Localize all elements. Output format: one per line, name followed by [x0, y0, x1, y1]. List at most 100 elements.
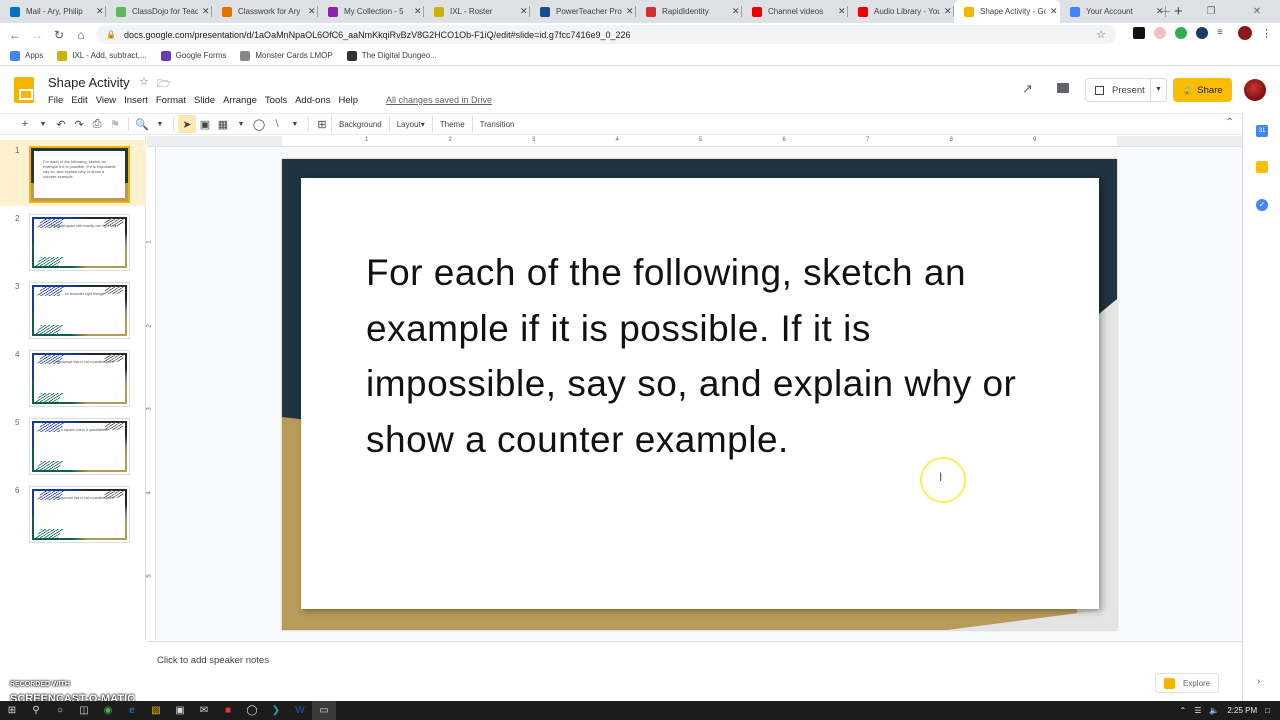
browser-tab[interactable]: Mail - Ary, Philip ✕	[0, 0, 106, 23]
current-slide[interactable]: For each of the following, sketch an exa…	[282, 159, 1117, 630]
redo-icon[interactable]: ↷	[70, 115, 88, 133]
bookmark-item[interactable]: Monster Cards LMOP	[240, 50, 333, 61]
start-icon[interactable]: ⊞	[0, 701, 24, 720]
star-icon[interactable]: ☆	[139, 75, 149, 94]
bookmark-star-icon[interactable]: ☆	[1096, 28, 1106, 41]
shape-icon[interactable]: ◯	[250, 115, 268, 133]
line-icon[interactable]: ⧵	[268, 115, 286, 133]
menu-edit[interactable]: Edit	[71, 95, 87, 106]
file-explorer-icon[interactable]: ▧	[144, 701, 168, 720]
edge-icon[interactable]: e	[120, 701, 144, 720]
slide-thumbnail[interactable]: 6 A trapezoid that is not a parallelogram	[0, 480, 146, 546]
slides-logo-icon[interactable]	[14, 77, 34, 103]
background-button[interactable]: Background	[331, 115, 389, 133]
speaker-notes[interactable]: Click to add speaker notes Explore	[147, 641, 1243, 701]
close-tab-icon[interactable]: ✕	[626, 6, 634, 17]
paint-format-icon[interactable]: ⚑	[106, 115, 124, 133]
slide-thumbnail[interactable]: 3 An isosceles right triangle	[0, 276, 146, 342]
browser-menu-icon[interactable]: ⋮	[1261, 27, 1272, 40]
bookmark-item[interactable]: IXL - Add, subtract,...	[57, 50, 147, 61]
tray-expand-icon[interactable]: ⌃	[1180, 706, 1187, 715]
reading-list-icon[interactable]: ≡	[1217, 27, 1229, 39]
home-button[interactable]: ⌂	[70, 28, 92, 42]
browser-tab[interactable]: Channel videos ✕	[742, 0, 848, 23]
close-tab-icon[interactable]: ✕	[838, 6, 846, 17]
menu-addons[interactable]: Add-ons	[295, 95, 330, 106]
profile-avatar-icon[interactable]	[1238, 26, 1252, 40]
bookmark-item[interactable]: Apps	[10, 50, 43, 61]
menu-view[interactable]: View	[96, 95, 116, 106]
task-view-icon[interactable]: ◫	[72, 701, 96, 720]
activity-dashboard-icon[interactable]: ↗	[1022, 81, 1033, 97]
close-tab-icon[interactable]: ✕	[308, 6, 316, 17]
bookmark-item[interactable]: The Digital Dungeo...	[346, 50, 437, 61]
slide-thumbnail[interactable]: 1 For each of the following, sketch an ex…	[0, 140, 146, 206]
move-folder-icon[interactable]: 🗁	[157, 75, 171, 94]
bookmark-item[interactable]: Google Forms	[160, 50, 226, 61]
mail-icon[interactable]: ✉	[192, 701, 216, 720]
extension-pointer-icon[interactable]	[1154, 27, 1166, 39]
close-tab-icon[interactable]: ✕	[414, 6, 422, 17]
word-icon[interactable]: W	[288, 701, 312, 720]
minimize-button[interactable]: —	[1142, 6, 1188, 17]
present-button[interactable]: Present ▼	[1085, 78, 1167, 102]
wifi-icon[interactable]: ☰	[1194, 706, 1201, 715]
menu-tools[interactable]: Tools	[265, 95, 287, 106]
reload-button[interactable]: ↻	[48, 28, 70, 42]
present-dropdown-icon[interactable]: ▼	[1150, 79, 1166, 101]
maximize-button[interactable]: ❐	[1188, 6, 1234, 17]
image-dropdown-icon[interactable]: ▼	[232, 115, 250, 133]
collapse-toolbar-icon[interactable]: ⌃	[1226, 117, 1234, 128]
keep-icon[interactable]	[1256, 161, 1268, 173]
calendar-icon[interactable]: 31	[1256, 125, 1268, 137]
browser-tab[interactable]: Classwork for Ary ✕	[212, 0, 318, 23]
zoom-dropdown-icon[interactable]: ▼	[151, 115, 169, 133]
select-tool-icon[interactable]: ➤	[178, 115, 196, 133]
slide-thumbnail[interactable]: 5 A square that is a quadrilateral	[0, 412, 146, 478]
back-button[interactable]: ←	[4, 28, 26, 42]
print-icon[interactable]: ⎙	[88, 115, 106, 133]
menu-insert[interactable]: Insert	[124, 95, 148, 106]
browser-tab[interactable]: Audio Library - YouTube ✕	[848, 0, 954, 23]
forward-button[interactable]: →	[26, 28, 48, 42]
chrome-icon[interactable]: ◉	[96, 701, 120, 720]
extension-check-icon[interactable]	[1175, 27, 1187, 39]
menu-slide[interactable]: Slide	[194, 95, 215, 106]
share-button[interactable]: 🔒 Share	[1173, 78, 1232, 102]
save-status[interactable]: All changes saved in Drive	[386, 95, 492, 105]
notifications-icon[interactable]: □	[1265, 706, 1270, 715]
undo-icon[interactable]: ↶	[52, 115, 70, 133]
explore-button[interactable]: Explore	[1155, 673, 1219, 693]
clock[interactable]: 2:25 PM	[1227, 706, 1257, 715]
browser-tab[interactable]: My Collection - 5 ✕	[318, 0, 424, 23]
text-box-icon[interactable]: ▣	[196, 115, 214, 133]
add-comment-icon[interactable]: ⊞	[313, 115, 331, 133]
browser-tab[interactable]: Shape Activity - Google Slides ✕	[954, 0, 1060, 23]
transition-button[interactable]: Transition	[471, 115, 522, 133]
browser-tab[interactable]: IXL - Roster ✕	[424, 0, 530, 23]
extension-share-icon[interactable]	[1133, 27, 1145, 39]
comments-icon[interactable]	[1057, 83, 1069, 93]
close-tab-icon[interactable]: ✕	[1050, 6, 1058, 17]
terminal-icon[interactable]: ▭	[312, 701, 336, 720]
menu-arrange[interactable]: Arrange	[223, 95, 257, 106]
theme-button[interactable]: Theme	[431, 115, 472, 133]
new-slide-dropdown-icon[interactable]: ▼	[34, 115, 52, 133]
close-tab-icon[interactable]: ✕	[732, 6, 740, 17]
menu-format[interactable]: Format	[156, 95, 186, 106]
slide-title-text[interactable]: For each of the following, sketch an exa…	[366, 245, 1046, 467]
insert-image-icon[interactable]: ▦	[214, 115, 232, 133]
close-window-button[interactable]: ✕	[1234, 6, 1280, 17]
cortana-icon[interactable]: ○	[48, 701, 72, 720]
browser-tab[interactable]: ClassDojo for Teachers ✕	[106, 0, 212, 23]
volume-icon[interactable]: 🔈	[1209, 706, 1219, 715]
close-tab-icon[interactable]: ✕	[520, 6, 528, 17]
close-tab-icon[interactable]: ✕	[944, 6, 952, 17]
extension-blue-icon[interactable]	[1196, 27, 1208, 39]
browser-tab[interactable]: PowerTeacher Pro ✕	[530, 0, 636, 23]
slide-thumbnail[interactable]: 2 A parallelogram with exactly one right …	[0, 208, 146, 274]
zoom-icon[interactable]: 🔍	[133, 115, 151, 133]
menu-file[interactable]: File	[48, 95, 63, 106]
speaker-notes-placeholder[interactable]: Click to add speaker notes	[157, 655, 269, 666]
expand-panel-icon[interactable]: ›	[1257, 676, 1260, 687]
